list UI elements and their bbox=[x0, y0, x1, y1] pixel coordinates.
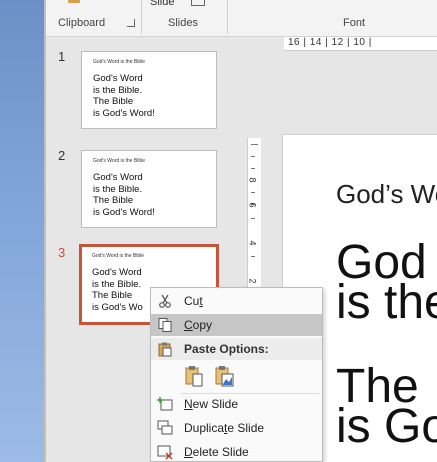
menu-item-delete-slide[interactable]: Delete Slide bbox=[151, 441, 322, 462]
thumbnail-title: God's Word is the Bible bbox=[93, 158, 145, 164]
paste-picture-icon[interactable] bbox=[213, 364, 235, 388]
ribbon-separator bbox=[227, 0, 228, 34]
slide-body-line: is the bbox=[336, 276, 437, 329]
ruler-number: 8 bbox=[247, 177, 258, 183]
menu-item-label: Cut bbox=[184, 294, 203, 308]
context-menu: Cut Copy Paste Options: New Slide Duplic… bbox=[150, 287, 323, 462]
ruler-number: 4 bbox=[247, 240, 258, 246]
layout-icon[interactable] bbox=[191, 0, 205, 6]
group-label-slides: Slides bbox=[168, 17, 198, 29]
new-slide-button[interactable]: Slide bbox=[150, 0, 174, 8]
paste-options-row bbox=[179, 364, 259, 390]
menu-item-new-slide[interactable]: New Slide bbox=[151, 393, 322, 415]
thumbnail-line: is God's Word! bbox=[93, 206, 155, 218]
thumbnail-line: is God's Wo bbox=[92, 301, 143, 313]
duplicate-slide-icon bbox=[157, 420, 173, 436]
scissors-icon bbox=[157, 293, 173, 309]
thumbnail-body: God's Word is the Bible. The Bible is Go… bbox=[92, 267, 143, 313]
slide-number: 2 bbox=[58, 148, 66, 163]
ruler-numbers: 16 | 14 | 12 | 10 | bbox=[288, 37, 372, 48]
ruler-number: 2 bbox=[247, 278, 258, 284]
menu-item-label: Copy bbox=[184, 318, 213, 332]
clipboard-launcher-icon[interactable] bbox=[127, 19, 135, 27]
delete-slide-icon bbox=[157, 444, 173, 460]
thumbnail-line: The Bible bbox=[93, 96, 134, 107]
paste-keep-formatting-icon[interactable] bbox=[183, 364, 205, 388]
group-label-font: Font bbox=[343, 17, 366, 29]
thumbnail-line: is God's Word! bbox=[93, 107, 155, 119]
menu-item-label: New Slide bbox=[184, 397, 239, 411]
thumbnail-line: God's Word bbox=[93, 73, 143, 84]
thumbnail-line: is the Bible. bbox=[92, 278, 142, 290]
thumbnail-line: The Bible bbox=[92, 290, 133, 301]
slide-number: 1 bbox=[58, 49, 66, 64]
paste-options-header: Paste Options: bbox=[151, 338, 322, 360]
ribbon-separator bbox=[141, 0, 142, 34]
group-label-clipboard: Clipboard bbox=[58, 17, 106, 29]
ruler-number: 6 bbox=[247, 202, 258, 208]
slide-thumbnail-2[interactable]: God's Word is the Bible God's Word is th… bbox=[81, 150, 217, 228]
thumbnail-line: is the Bible. bbox=[93, 183, 143, 195]
thumbnail-body: God's Word is the Bible. The Bible is Go… bbox=[93, 73, 155, 119]
paste-options-label: Paste Options: bbox=[184, 342, 269, 356]
thumbnail-body: God's Word is the Bible. The Bible is Go… bbox=[93, 172, 155, 218]
clipboard-icon bbox=[157, 341, 173, 360]
menu-item-copy[interactable]: Copy bbox=[151, 314, 322, 336]
menu-item-label: Delete Slide bbox=[184, 445, 249, 459]
thumbnail-title: God's Word is the Bible bbox=[92, 253, 144, 259]
menu-item-label: Duplicate Slide bbox=[184, 421, 265, 435]
menu-item-duplicate-slide[interactable]: Duplicate Slide bbox=[151, 417, 322, 439]
paste-icon[interactable] bbox=[68, 0, 80, 3]
slide-number-active: 3 bbox=[58, 245, 66, 260]
thumbnail-line: is the Bible. bbox=[93, 84, 143, 96]
ribbon: Clipboard Slide Slides Font bbox=[46, 0, 437, 37]
slide-body-top[interactable]: God is the bbox=[336, 239, 437, 329]
slide-title[interactable]: God’s Wo bbox=[336, 179, 437, 210]
thumbnail-title: God's Word is the Bible bbox=[93, 59, 145, 65]
horizontal-ruler: 16 | 14 | 12 | 10 | bbox=[284, 37, 437, 51]
copy-icon bbox=[157, 317, 173, 333]
new-slide-icon bbox=[157, 396, 173, 412]
thumbnail-line: God's Word bbox=[92, 267, 142, 278]
slide-body-bottom[interactable]: The is Go bbox=[336, 363, 437, 453]
desktop-background bbox=[0, 0, 46, 462]
menu-item-cut[interactable]: Cut bbox=[151, 290, 322, 312]
thumbnail-line: God's Word bbox=[93, 172, 143, 183]
slide-body-line: is Go bbox=[336, 400, 437, 453]
slide-thumbnail-1[interactable]: God's Word is the Bible God's Word is th… bbox=[81, 51, 217, 129]
thumbnail-line: The Bible bbox=[93, 195, 134, 206]
